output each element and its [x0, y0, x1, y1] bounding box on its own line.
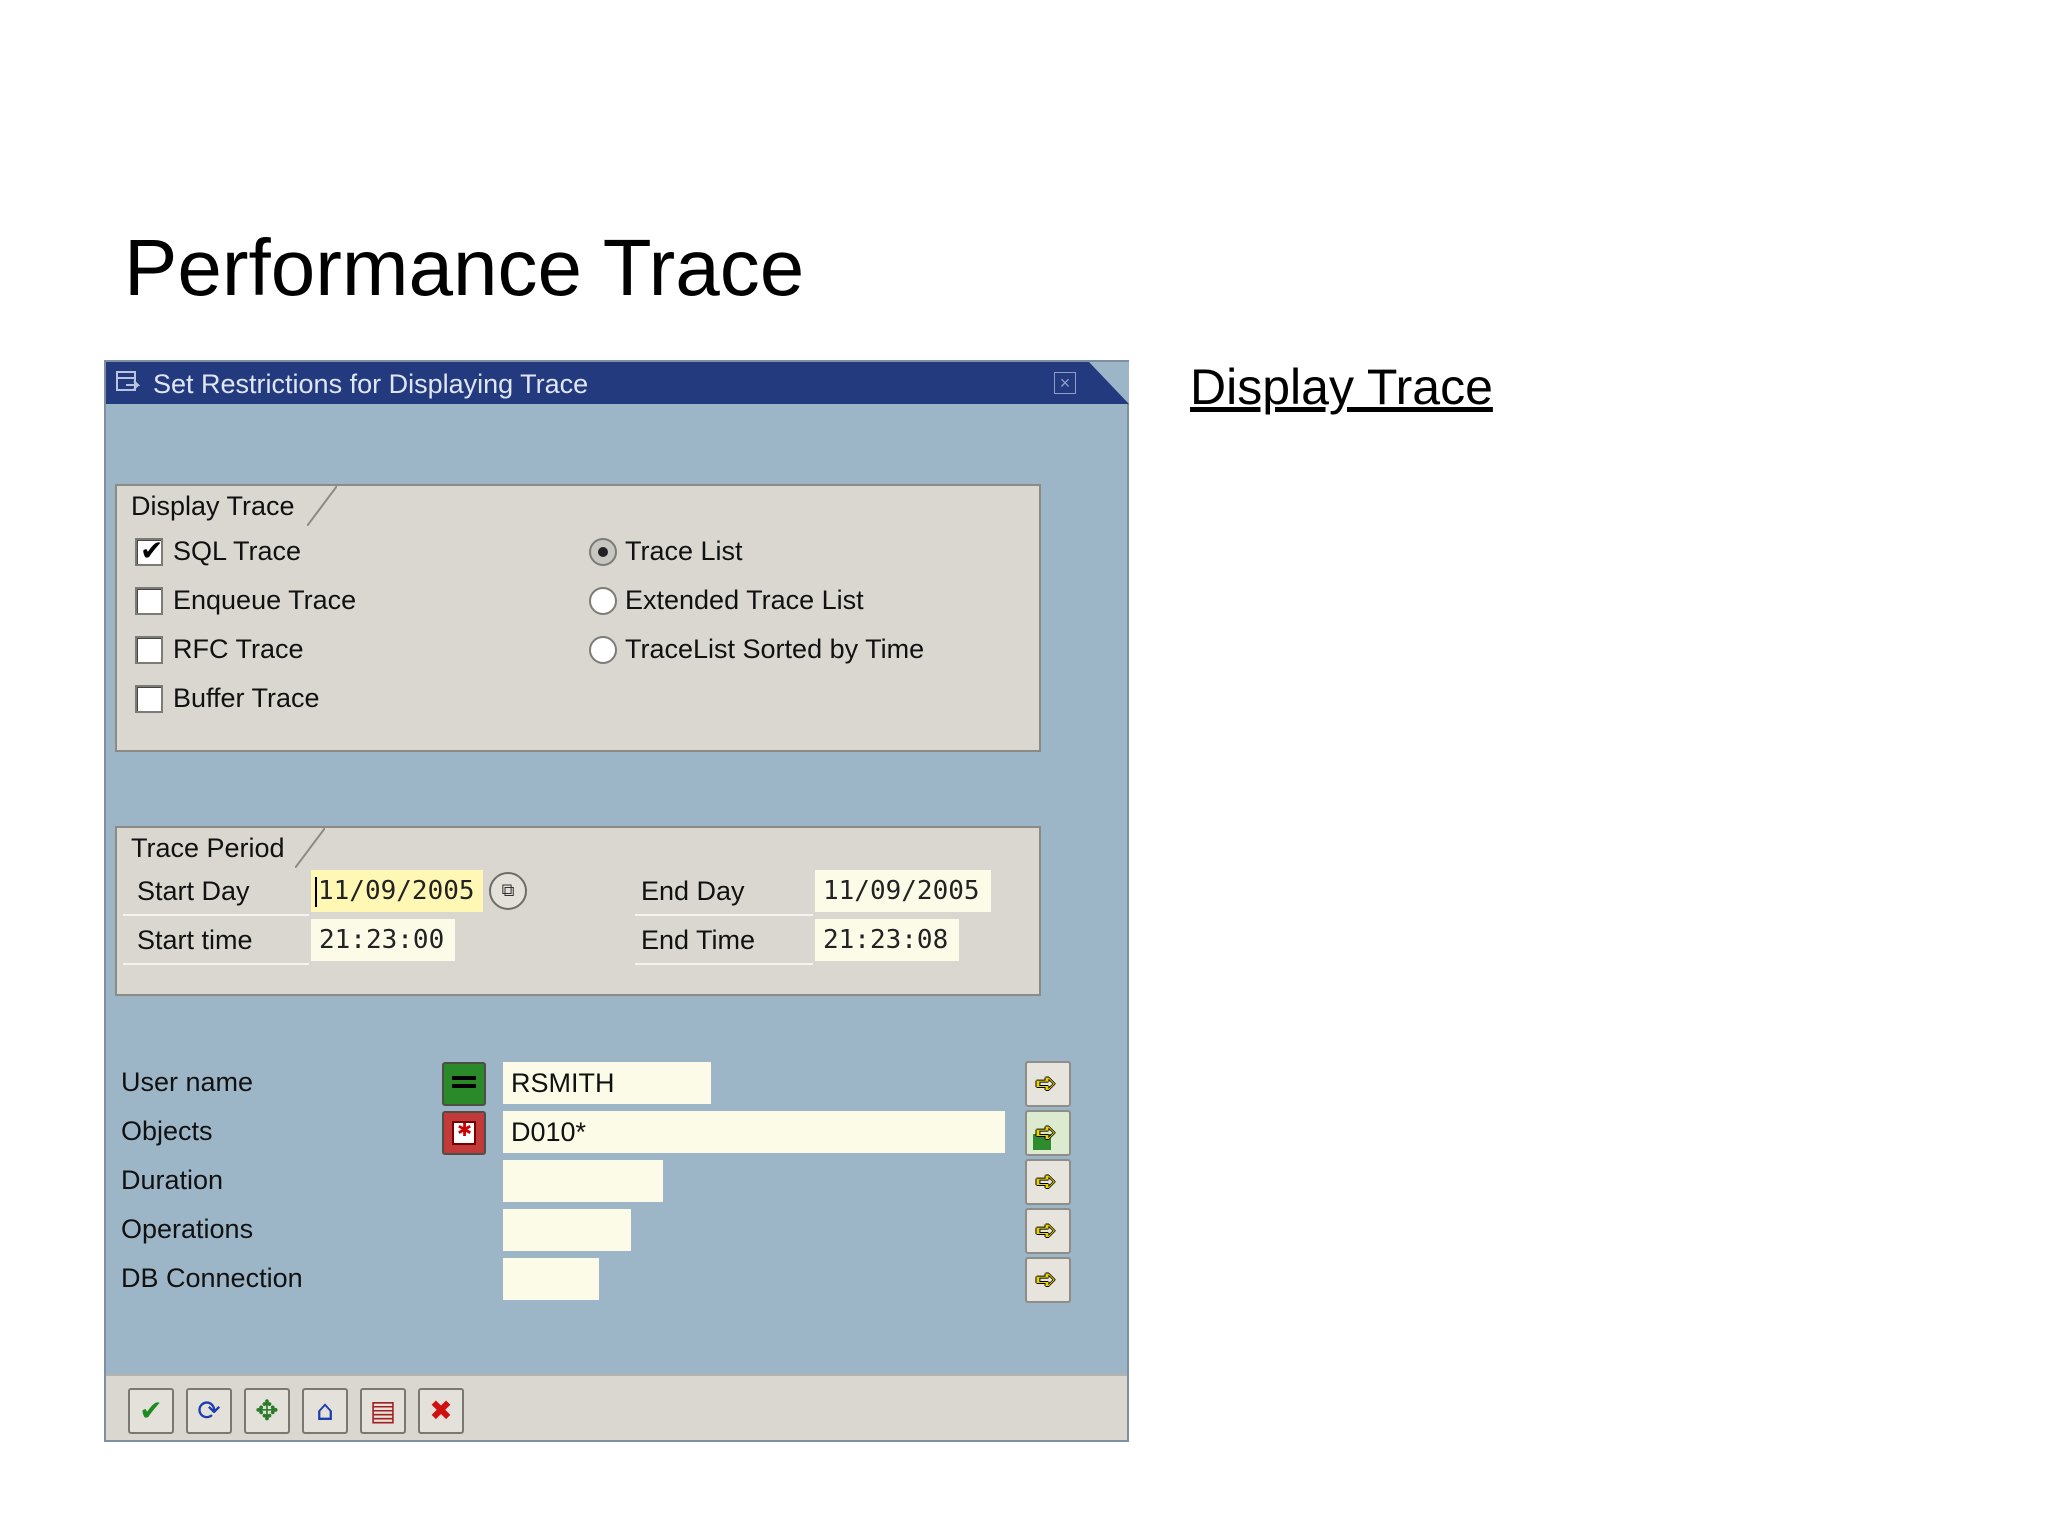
dialog-window-icon [116, 371, 140, 391]
label-underline [635, 914, 813, 916]
group-label-trace-period: Trace Period [131, 833, 285, 863]
yellow-arrow-icon: ➪ [1035, 1118, 1057, 1148]
start-day-label: Start Day [137, 876, 250, 906]
check-icon: ✔ [139, 1394, 163, 1427]
tab-slant [307, 486, 337, 526]
display-trace-group: Display Trace ✔ SQL Trace Enqueue Trace … [115, 484, 1041, 752]
group-tab-display-trace: Display Trace [115, 484, 337, 526]
duration-input[interactable] [503, 1160, 663, 1202]
cancel-button[interactable]: ✖ [418, 1388, 464, 1434]
operations-multiple-selection-button[interactable]: ➪ [1025, 1208, 1071, 1254]
load-variant-button[interactable]: ⌂ [302, 1388, 348, 1434]
extended-trace-list-radio[interactable] [589, 587, 617, 615]
titlebar-corner [1089, 362, 1129, 404]
radio-label: TraceList Sorted by Time [625, 634, 925, 664]
radio-label: Extended Trace List [625, 585, 864, 615]
save-variant-button[interactable]: ▤ [360, 1388, 406, 1434]
objects-input[interactable]: D010* [503, 1111, 1005, 1153]
slide-title: Performance Trace [124, 223, 805, 312]
checkbox-label: SQL Trace [173, 536, 302, 566]
start-day-input[interactable]: 11/09/2005 [311, 870, 483, 912]
enqueue-trace-checkbox[interactable] [135, 587, 163, 615]
buffer-trace-checkbox[interactable] [135, 685, 163, 713]
db-connection-label: DB Connection [121, 1263, 303, 1293]
yellow-arrow-icon: ➪ [1035, 1216, 1057, 1246]
user-name-input[interactable]: RSMITH [503, 1062, 711, 1104]
user-name-multiple-selection-button[interactable]: ➪ [1025, 1061, 1071, 1107]
cancel-icon: ✖ [429, 1394, 453, 1427]
save-icon: ▤ [369, 1394, 397, 1427]
start-time-label: Start time [137, 925, 253, 955]
label-underline [123, 914, 309, 916]
checkbox-label: Buffer Trace [173, 683, 320, 713]
close-icon[interactable]: × [1054, 372, 1076, 394]
operations-input[interactable] [503, 1209, 631, 1251]
tracelist-sorted-radio[interactable] [589, 636, 617, 664]
objects-multiple-selection-button[interactable]: ➪ [1025, 1110, 1071, 1156]
dialog-titlebar[interactable]: Set Restrictions for Displaying Trace × [106, 362, 1129, 404]
checkmark-icon: ✔ [140, 534, 164, 567]
text-cursor [315, 876, 317, 907]
tab-slant [295, 828, 325, 868]
trace-period-group: Trace Period Start Day 11/09/2005 ⧉ Star… [115, 826, 1041, 996]
radio-label: Trace List [625, 536, 743, 566]
end-time-label: End Time [641, 925, 756, 955]
set-restrictions-dialog: Set Restrictions for Displaying Trace × … [104, 360, 1129, 1442]
yellow-arrow-icon: ➪ [1035, 1167, 1057, 1197]
label-underline [123, 963, 309, 965]
calendar-help-icon[interactable]: ⧉ [489, 872, 527, 910]
navigate-button[interactable]: ✥ [244, 1388, 290, 1434]
db-connection-input[interactable] [503, 1258, 599, 1300]
refresh-button[interactable]: ⟳ [186, 1388, 232, 1434]
group-label-display-trace: Display Trace [131, 491, 295, 521]
refresh-icon: ⟳ [197, 1394, 221, 1427]
variant-icon: ⌂ [316, 1394, 334, 1427]
end-day-label: End Day [641, 876, 745, 906]
start-time-input[interactable]: 21:23:00 [311, 919, 455, 961]
trace-list-radio[interactable] [589, 538, 617, 566]
user-name-label: User name [121, 1067, 254, 1097]
rfc-trace-checkbox[interactable] [135, 636, 163, 664]
execute-button[interactable]: ✔ [128, 1388, 174, 1434]
yellow-arrow-icon: ➪ [1035, 1265, 1057, 1295]
objects-label: Objects [121, 1116, 213, 1146]
checkbox-label: Enqueue Trace [173, 585, 357, 615]
db-connection-multiple-selection-button[interactable]: ➪ [1025, 1257, 1071, 1303]
equals-option-icon[interactable] [442, 1062, 486, 1106]
pattern-option-icon[interactable]: ✱ [442, 1111, 486, 1155]
yellow-arrow-icon: ➪ [1035, 1069, 1057, 1099]
end-day-input[interactable]: 11/09/2005 [815, 870, 991, 912]
dialog-title: Set Restrictions for Displaying Trace [153, 369, 589, 399]
display-trace-link[interactable]: Display Trace [1190, 358, 1493, 416]
start-day-value: 11/09/2005 [318, 876, 475, 906]
arrows-icon: ✥ [255, 1394, 279, 1427]
label-underline [635, 963, 813, 965]
operations-label: Operations [121, 1214, 254, 1244]
dialog-toolbar: ✔ ⟳ ✥ ⌂ ▤ ✖ [106, 1374, 1127, 1440]
end-time-input[interactable]: 21:23:08 [815, 919, 959, 961]
group-tab-trace-period: Trace Period [115, 826, 325, 868]
duration-label: Duration [121, 1165, 224, 1195]
sql-trace-checkbox[interactable]: ✔ [135, 534, 163, 567]
checkbox-label: RFC Trace [173, 634, 304, 664]
duration-multiple-selection-button[interactable]: ➪ [1025, 1159, 1071, 1205]
